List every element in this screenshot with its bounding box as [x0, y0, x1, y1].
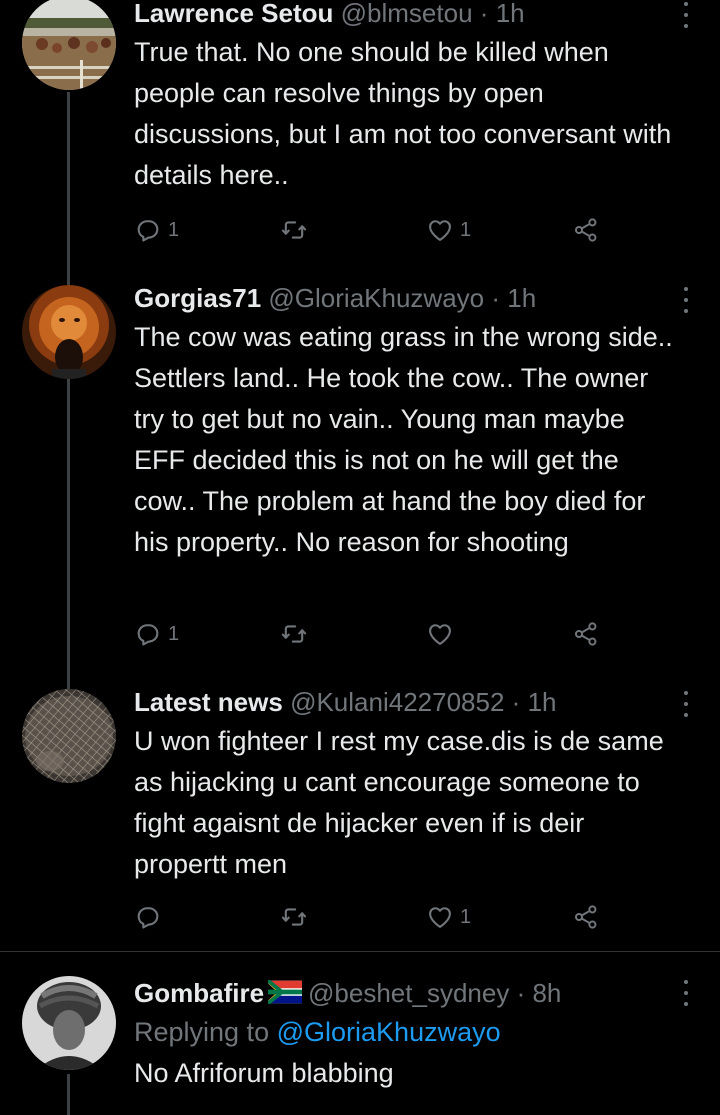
separator: · [511, 687, 521, 717]
separator: · [491, 283, 501, 313]
reply-icon [137, 907, 159, 929]
avatar[interactable] [22, 0, 116, 90]
separator: · [479, 0, 489, 28]
like-icon [429, 907, 451, 928]
like-button[interactable] [426, 617, 454, 651]
retweet-button[interactable] [280, 617, 308, 651]
replying-to-label: Replying to [134, 1017, 270, 1048]
reply-count: 1 [168, 622, 180, 645]
tweet-2[interactable]: Gorgias71 @GloriaKhuzwayo · 1h The cow w… [0, 265, 720, 675]
reply-icon [137, 220, 159, 242]
like-button[interactable]: 1 [426, 213, 471, 247]
user-handle[interactable]: @blmsetou [341, 0, 473, 28]
thread-line [67, 379, 70, 675]
retweet-button[interactable] [280, 213, 308, 247]
display-name[interactable]: Latest news [134, 687, 283, 717]
reply-button[interactable]: 1 [134, 213, 179, 247]
avatar[interactable] [22, 976, 116, 1070]
retweet-icon [281, 908, 307, 926]
tweet-header: Gombafire @beshet_sydney · 8h [134, 976, 680, 1012]
tweet-actions: 1 1 [134, 213, 614, 247]
tweet-text: No Afriforum blabbing [134, 1058, 394, 1089]
user-handle[interactable]: @beshet_sydney [308, 978, 509, 1008]
share-icon [574, 218, 597, 242]
replying-to-mention[interactable]: @GloriaKhuzwayo [277, 1017, 501, 1047]
more-icon[interactable] [682, 980, 690, 1006]
avatar[interactable] [22, 285, 116, 379]
retweet-button[interactable] [280, 900, 308, 934]
replying-to: Replying to @GloriaKhuzwayo [134, 1012, 680, 1053]
tweet-4[interactable]: Gombafire @beshet_sydney · 8h Replying t… [0, 952, 720, 1115]
display-name[interactable]: Lawrence Setou [134, 0, 333, 28]
more-icon[interactable] [682, 2, 690, 28]
like-count: 1 [460, 905, 472, 928]
tweet-text: The cow was eating grass in the wrong si… [134, 322, 673, 557]
tweet-header: Lawrence Setou @blmsetou · 1h [134, 0, 680, 30]
timestamp[interactable]: 1h [528, 687, 557, 717]
timestamp[interactable]: 1h [507, 283, 536, 313]
share-icon [574, 905, 597, 929]
tweet-actions: 1 [134, 900, 614, 934]
tweet-header: Gorgias71 @GloriaKhuzwayo · 1h [134, 281, 680, 315]
display-name[interactable]: Gorgias71 [134, 283, 261, 313]
share-button[interactable] [572, 617, 600, 651]
user-handle[interactable]: @Kulani42270852 [290, 687, 504, 717]
tweet-1[interactable]: Lawrence Setou @blmsetou · 1h True that.… [0, 0, 720, 265]
thread-line [67, 265, 70, 285]
retweet-icon [281, 221, 307, 239]
tweet-header: Latest news @Kulani42270852 · 1h [134, 685, 680, 719]
tweet-text: U won fighteer I rest my case.dis is de … [134, 726, 664, 879]
reply-button[interactable] [134, 900, 162, 934]
display-name[interactable]: Gombafire [134, 978, 264, 1008]
thread-line [67, 92, 70, 265]
reply-icon [137, 624, 159, 646]
tweet-text: True that. No one should be killed when … [134, 37, 672, 190]
more-icon[interactable] [682, 691, 690, 717]
separator: · [516, 978, 526, 1008]
thread-line [67, 1074, 70, 1115]
timestamp[interactable]: 8h [532, 978, 561, 1008]
more-icon[interactable] [682, 287, 690, 313]
reply-count: 1 [168, 218, 180, 241]
reply-button[interactable]: 1 [134, 617, 179, 651]
like-button[interactable]: 1 [426, 900, 471, 934]
south-africa-flag-icon [266, 978, 303, 1012]
like-icon [429, 624, 451, 645]
avatar[interactable] [22, 689, 116, 783]
share-button[interactable] [572, 900, 600, 934]
share-icon [574, 622, 597, 646]
like-icon [429, 220, 451, 241]
retweet-icon [281, 625, 307, 643]
user-handle[interactable]: @GloriaKhuzwayo [268, 283, 484, 313]
tweet-actions: 1 [134, 617, 614, 651]
share-button[interactable] [572, 213, 600, 247]
tweet-3[interactable]: Latest news @Kulani42270852 · 1h U won f… [0, 675, 720, 951]
timestamp[interactable]: 1h [496, 0, 525, 28]
thread-line [67, 675, 70, 689]
like-count: 1 [460, 218, 472, 241]
